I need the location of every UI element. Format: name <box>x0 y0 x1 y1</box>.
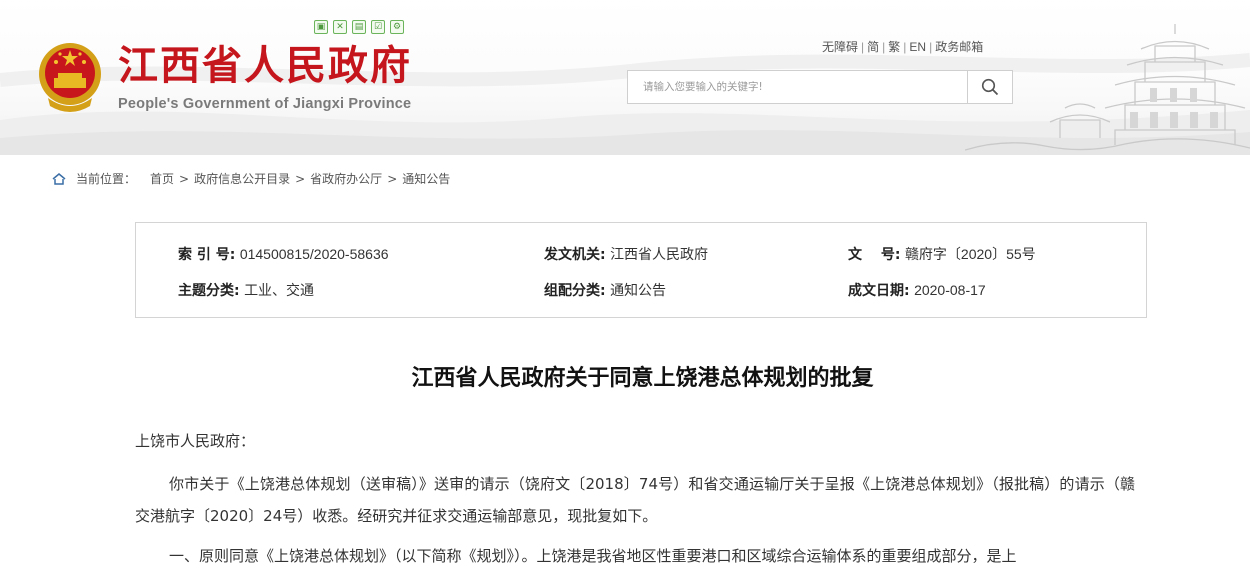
index-number-value: 014500815/2020-58636 <box>239 246 389 262</box>
breadcrumb: 当前位置： 首页 > 政府信息公开目录 > 省政府办公厅 > 通知公告 <box>52 170 450 187</box>
breadcrumb-separator: > <box>179 171 190 186</box>
article-title: 江西省人民政府关于同意上饶港总体规划的批复 <box>411 366 874 391</box>
assembly-category: 组配分类: 通知公告 <box>544 280 666 300</box>
assembly-category-label: 组配分类: <box>544 283 606 299</box>
toolbar-icons: ▣ ✕ ▤ ☑ ⚙ <box>314 20 404 34</box>
share-icon[interactable]: ✕ <box>333 20 347 34</box>
article-salutation: 上饶市人民政府： <box>135 432 256 450</box>
breadcrumb-info-catalog[interactable]: 政府信息公开目录 <box>194 170 290 187</box>
breadcrumb-separator: > <box>387 171 398 186</box>
search-input[interactable] <box>628 71 968 103</box>
breadcrumb-label: 当前位置： <box>76 172 137 186</box>
index-number-label: 索 引 号: <box>178 247 236 263</box>
breadcrumb-notices[interactable]: 通知公告 <box>402 170 450 187</box>
topic-category: 主题分类: 工业、交通 <box>178 280 314 300</box>
print-icon[interactable]: ▣ <box>314 20 328 34</box>
bookmark-icon[interactable]: ▤ <box>352 20 366 34</box>
document-number-value: 赣府字〔2020〕55号 <box>904 246 1036 262</box>
article-paragraph: 一、原则同意《上饶港总体规划》（以下简称《规划》）。上饶港是我省地区性重要港口和… <box>169 547 1017 565</box>
topic-category-value: 工业、交通 <box>244 282 315 298</box>
index-number: 索 引 号: 014500815/2020-58636 <box>178 244 389 264</box>
search-box <box>627 70 1013 104</box>
national-emblem-icon[interactable] <box>34 40 106 116</box>
tengwang-pavilion-illustration <box>965 24 1250 151</box>
assembly-category-value: 通知公告 <box>610 282 667 298</box>
simplified-chinese-link[interactable]: 简 <box>867 40 879 54</box>
breadcrumb-home[interactable]: 首页 <box>150 170 174 187</box>
document-metadata: 索 引 号: 014500815/2020-58636 发文机关: 江西省人民政… <box>135 222 1147 318</box>
document-number: 文 号: 赣府字〔2020〕55号 <box>848 244 1036 264</box>
breadcrumb-separator: > <box>295 171 306 186</box>
home-icon <box>52 172 66 185</box>
issuing-agency-label: 发文机关: <box>544 247 606 263</box>
topic-category-label: 主题分类: <box>178 283 240 299</box>
site-title[interactable]: 江西省人民政府 <box>118 42 412 90</box>
breadcrumb-general-office[interactable]: 省政府办公厅 <box>310 170 382 187</box>
issuing-agency-value: 江西省人民政府 <box>610 246 709 262</box>
top-links: 无障碍 | 简 | 繁 | EN | 政务邮箱 <box>822 40 984 54</box>
site-subtitle: People's Government of Jiangxi Province <box>118 96 412 112</box>
english-link[interactable]: EN <box>909 40 926 54</box>
written-date-label: 成文日期: <box>848 283 910 299</box>
site-header: ▣ ✕ ▤ ☑ ⚙ 江西省人民政府 People's Government of… <box>0 0 1250 155</box>
issuing-agency: 发文机关: 江西省人民政府 <box>544 244 708 264</box>
edit-icon[interactable]: ☑ <box>371 20 385 34</box>
document-number-label: 文 号: <box>848 247 901 263</box>
written-date: 成文日期: 2020-08-17 <box>848 280 986 300</box>
traditional-chinese-link[interactable]: 繁 <box>888 40 900 54</box>
written-date-value: 2020-08-17 <box>914 282 986 298</box>
article-paragraph: 你市关于《上饶港总体规划（送审稿）》送审的请示（饶府文〔2018〕74号）和省交… <box>135 475 1135 525</box>
accessibility-link[interactable]: 无障碍 <box>822 40 858 54</box>
settings-icon[interactable]: ⚙ <box>390 20 404 34</box>
